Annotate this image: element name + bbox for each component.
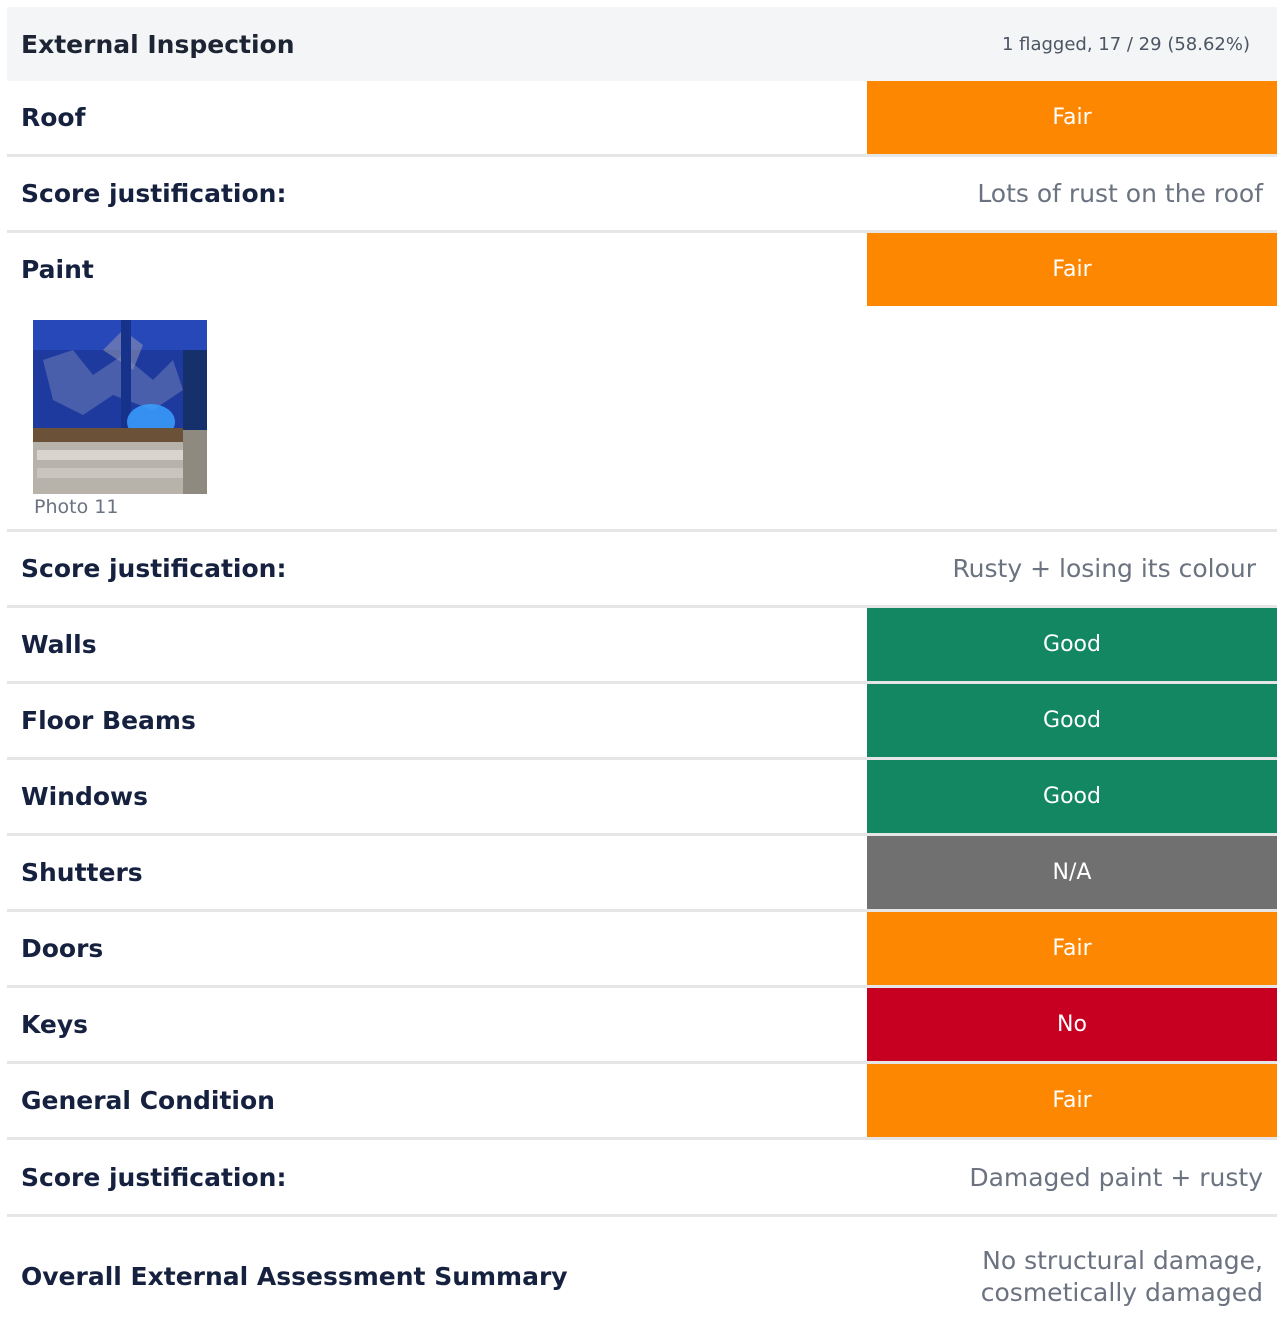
item-label: Shutters [21, 858, 143, 887]
section-header[interactable]: External Inspection 1 flagged, 17 / 29 (… [7, 7, 1277, 81]
rating-badge-good: Good [867, 608, 1277, 681]
item-label: Keys [21, 1010, 89, 1039]
inspection-report: External Inspection 1 flagged, 17 / 29 (… [7, 7, 1277, 1336]
rating-badge-fair: Fair [867, 1064, 1277, 1137]
item-label: Paint [21, 255, 94, 284]
item-overall-summary: Overall External Assessment Summary No s… [7, 1217, 1277, 1336]
item-shutters: Shutters N/A [7, 836, 1277, 912]
item-general-justification: Score justification: Damaged paint + rus… [7, 1140, 1277, 1217]
section-title: External Inspection [21, 29, 295, 59]
section-score-summary: 1 flagged, 17 / 29 (58.62%) [1001, 33, 1250, 55]
item-label: Floor Beams [21, 706, 196, 735]
rating-badge-good: Good [867, 684, 1277, 757]
item-label: Windows [21, 782, 148, 811]
item-label: General Condition [21, 1086, 275, 1115]
justification-value: Damaged paint + rusty [969, 1162, 1263, 1192]
photo-thumbnail[interactable] [33, 320, 207, 494]
paint-photo-area: Photo 11 [7, 306, 1277, 532]
item-label: Roof [21, 103, 86, 132]
justification-value: Lots of rust on the roof [977, 179, 1263, 208]
item-floor-beams: Floor Beams Good [7, 684, 1277, 760]
item-paint-justification: Score justification: Rusty + losing its … [7, 532, 1277, 608]
item-roof: Roof Fair [7, 81, 1277, 157]
item-doors: Doors Fair [7, 912, 1277, 988]
item-label: Walls [21, 630, 97, 659]
rating-badge-no: No [867, 988, 1277, 1061]
justification-label: Score justification: [21, 554, 287, 583]
item-label: Doors [21, 934, 104, 963]
summary-value-line2: cosmetically damaged [980, 1277, 1263, 1307]
rating-badge-good: Good [867, 760, 1277, 833]
summary-value-line1: No structural damage, [982, 1245, 1263, 1275]
rating-badge-fair: Fair [867, 81, 1277, 154]
rating-badge-fair: Fair [867, 912, 1277, 985]
rating-badge-fair: Fair [867, 233, 1277, 306]
item-keys: Keys No [7, 988, 1277, 1064]
rating-badge-na: N/A [867, 836, 1277, 909]
justification-label: Score justification: [21, 1162, 287, 1192]
item-general-condition: General Condition Fair [7, 1064, 1277, 1140]
item-roof-justification: Score justification: Lots of rust on the… [7, 157, 1277, 233]
item-walls: Walls Good [7, 608, 1277, 684]
summary-label: Overall External Assessment Summary [21, 1262, 568, 1291]
item-paint: Paint Fair [7, 233, 1277, 306]
justification-value: Rusty + losing its colour [952, 554, 1256, 583]
justification-label: Score justification: [21, 179, 287, 208]
summary-value: No structural damage, cosmetically damag… [981, 1245, 1277, 1309]
item-windows: Windows Good [7, 760, 1277, 836]
photo-caption: Photo 11 [34, 496, 119, 518]
